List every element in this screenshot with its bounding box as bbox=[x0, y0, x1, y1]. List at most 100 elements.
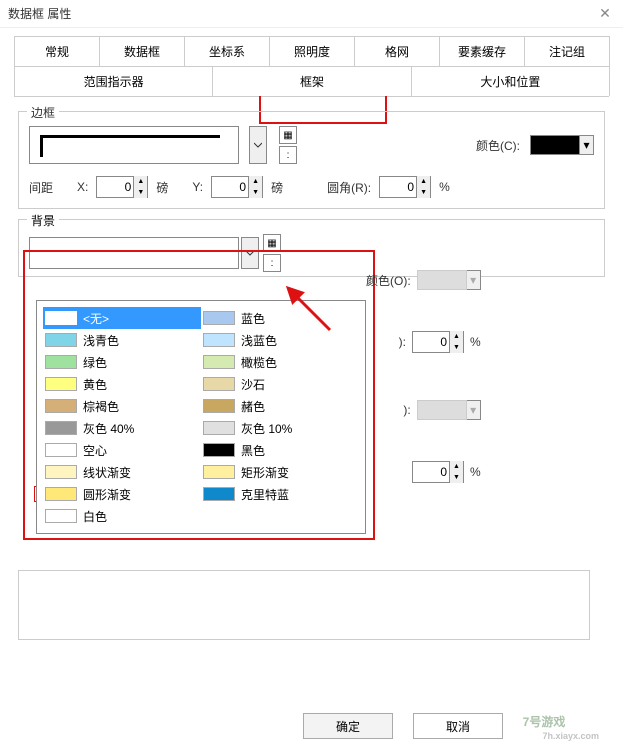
chevron-down-icon: ▾ bbox=[467, 400, 481, 420]
watermark-text: 7号游戏 bbox=[523, 713, 566, 730]
spin-up-icon[interactable]: ▲ bbox=[248, 176, 262, 187]
color-option[interactable]: <无> bbox=[43, 307, 201, 329]
tab-坐标系[interactable]: 坐标系 bbox=[184, 36, 270, 66]
spin-down-icon: ▼ bbox=[449, 472, 463, 483]
color-option[interactable]: 圆形渐变 bbox=[43, 483, 201, 505]
color-name: 克里特蓝 bbox=[241, 486, 289, 503]
color-swatch bbox=[203, 399, 235, 413]
color-option[interactable]: 赭色 bbox=[201, 395, 359, 417]
color-swatch bbox=[45, 333, 77, 347]
color-name: 棕褐色 bbox=[83, 398, 119, 415]
close-icon[interactable]: ✕ bbox=[595, 5, 615, 22]
y-label: Y: bbox=[192, 180, 203, 194]
color-option[interactable]: 矩形渐变 bbox=[201, 461, 359, 483]
background-style-preview[interactable] bbox=[29, 237, 239, 269]
spacing-y-input[interactable]: ▲▼ bbox=[211, 176, 263, 198]
spacing-x-input[interactable]: ▲▼ bbox=[96, 176, 148, 198]
color-swatch bbox=[203, 333, 235, 347]
background-style-dropdown[interactable] bbox=[241, 237, 259, 269]
color-name: 浅青色 bbox=[83, 332, 119, 349]
color-option[interactable]: 橄榄色 bbox=[201, 351, 359, 373]
spin-down-icon[interactable]: ▼ bbox=[248, 187, 262, 198]
color-name: 蓝色 bbox=[241, 310, 265, 327]
x-label: X: bbox=[77, 180, 88, 194]
tab-框架[interactable]: 框架 bbox=[212, 66, 411, 96]
num-field bbox=[413, 335, 449, 349]
color-name: <无> bbox=[83, 310, 109, 327]
watermark-sub: 7h.xiayx.com bbox=[542, 731, 599, 741]
color-picker-3: ▾ bbox=[417, 400, 481, 420]
bg-props-icon[interactable]: ▦ bbox=[263, 234, 281, 252]
border-props-icon[interactable]: ▦ bbox=[279, 126, 297, 144]
spin-up-icon[interactable]: ▲ bbox=[133, 176, 147, 187]
spacing-label: 间距 bbox=[29, 179, 53, 196]
color-swatch bbox=[45, 377, 77, 391]
border-style-dropdown[interactable] bbox=[249, 126, 267, 164]
color-swatch bbox=[45, 399, 77, 413]
tab-照明度[interactable]: 照明度 bbox=[269, 36, 355, 66]
label-fragment: ): bbox=[403, 403, 410, 417]
spin-down-icon[interactable]: ▼ bbox=[133, 187, 147, 198]
color-option[interactable]: 黄色 bbox=[43, 373, 201, 395]
round-input[interactable]: ▲▼ bbox=[379, 176, 431, 198]
color-option[interactable]: 黑色 bbox=[201, 439, 359, 461]
color-swatch bbox=[45, 443, 77, 457]
window-title: 数据框 属性 bbox=[8, 5, 595, 22]
tab-注记组[interactable]: 注记组 bbox=[524, 36, 610, 66]
num-input: ▲▼ bbox=[412, 461, 464, 483]
color-name: 线状渐变 bbox=[83, 464, 131, 481]
color-swatch bbox=[45, 311, 77, 325]
color-swatch bbox=[530, 135, 580, 155]
color-swatch bbox=[203, 487, 235, 501]
tab-范围指示器[interactable]: 范围指示器 bbox=[14, 66, 213, 96]
spin-down-icon: ▼ bbox=[449, 342, 463, 353]
spin-up-icon[interactable]: ▲ bbox=[416, 176, 430, 187]
color-option[interactable]: 沙石 bbox=[201, 373, 359, 395]
color-label: 颜色(C): bbox=[476, 137, 520, 154]
color-palette-popup: <无> 蓝色浅青色 浅蓝色绿色 橄榄色黄色 沙石棕褐色 赭色灰色 40% 灰色 10%空心黑… bbox=[36, 300, 366, 534]
color-swatch bbox=[203, 311, 235, 325]
num-field bbox=[413, 465, 449, 479]
border-edit-icon[interactable]: : bbox=[279, 146, 297, 164]
color-option[interactable]: 蓝色 bbox=[201, 307, 359, 329]
color-name: 橄榄色 bbox=[241, 354, 277, 371]
color-option[interactable]: 浅蓝色 bbox=[201, 329, 359, 351]
color-name: 绿色 bbox=[83, 354, 107, 371]
bg-edit-icon[interactable]: : bbox=[263, 254, 281, 272]
color-option[interactable]: 灰色 10% bbox=[201, 417, 359, 439]
ok-button[interactable]: 确定 bbox=[303, 713, 393, 739]
chevron-down-icon bbox=[254, 141, 262, 149]
tab-常规[interactable]: 常规 bbox=[14, 36, 100, 66]
border-color-picker[interactable]: ▾ bbox=[530, 135, 594, 155]
color-option[interactable]: 空心 bbox=[43, 439, 201, 461]
titlebar: 数据框 属性 ✕ bbox=[0, 0, 623, 28]
pct-label: % bbox=[470, 465, 481, 479]
border-style-preview[interactable] bbox=[29, 126, 239, 164]
chevron-down-icon: ▾ bbox=[467, 270, 481, 290]
border-group: 边框 ▦ : 颜色(C): ▾ 间距 X: bbox=[18, 111, 605, 209]
color-name: 沙石 bbox=[241, 376, 265, 393]
tab-格网[interactable]: 格网 bbox=[354, 36, 440, 66]
tab-数据框[interactable]: 数据框 bbox=[99, 36, 185, 66]
color-name: 圆形渐变 bbox=[83, 486, 131, 503]
color-option[interactable]: 线状渐变 bbox=[43, 461, 201, 483]
round-field[interactable] bbox=[380, 180, 416, 194]
color-swatch bbox=[45, 421, 77, 435]
color-option[interactable]: 棕褐色 bbox=[43, 395, 201, 417]
color-option[interactable]: 灰色 40% bbox=[43, 417, 201, 439]
tab-要素缓存[interactable]: 要素缓存 bbox=[439, 36, 525, 66]
color-swatch bbox=[45, 355, 77, 369]
spin-down-icon[interactable]: ▼ bbox=[416, 187, 430, 198]
color-option[interactable]: 浅青色 bbox=[43, 329, 201, 351]
color-swatch bbox=[45, 509, 77, 523]
color-name: 灰色 40% bbox=[83, 420, 134, 437]
spacing-x-field[interactable] bbox=[97, 180, 133, 194]
color-swatch bbox=[203, 421, 235, 435]
color-option[interactable]: 克里特蓝 bbox=[201, 483, 359, 505]
tab-strip: 常规数据框坐标系照明度格网要素缓存注记组 范围指示器框架大小和位置 bbox=[14, 36, 609, 97]
tab-大小和位置[interactable]: 大小和位置 bbox=[411, 66, 610, 96]
color-option[interactable]: 绿色 bbox=[43, 351, 201, 373]
color-option[interactable]: 白色 bbox=[43, 505, 201, 527]
spacing-y-field[interactable] bbox=[212, 180, 248, 194]
border-sample-icon bbox=[40, 135, 220, 157]
